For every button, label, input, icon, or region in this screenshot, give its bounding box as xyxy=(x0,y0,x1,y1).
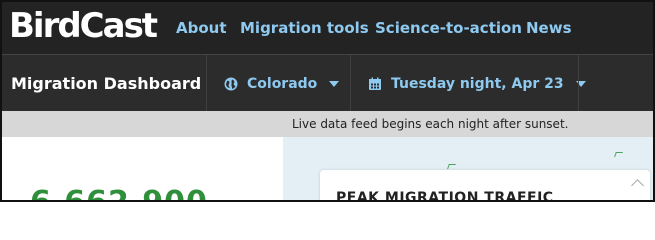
info-banner: Live data feed begins each night after s… xyxy=(2,111,653,137)
date-value: Tuesday night, Apr 23 xyxy=(391,76,564,92)
chevron-up-icon[interactable] xyxy=(631,179,644,192)
card-title: PEAK MIGRATION TRAFFIC xyxy=(336,190,554,202)
bird-marker-icon xyxy=(614,152,623,157)
birdcast-logo[interactable]: BirdCast xyxy=(9,4,158,48)
separator xyxy=(578,55,579,111)
map-panel: PEAK MIGRATION TRAFFIC xyxy=(283,137,653,202)
separator xyxy=(206,55,207,111)
dashboard-bar: Migration Dashboard Colorado Tuesday nig… xyxy=(2,55,653,111)
peak-traffic-card[interactable]: PEAK MIGRATION TRAFFIC xyxy=(320,170,650,202)
bird-count-value: 6,662,900 xyxy=(30,188,208,201)
nav-link-migration-tools[interactable]: Migration tools xyxy=(240,18,369,38)
nav-link-science-to-action[interactable]: Science-to-action xyxy=(375,18,522,38)
location-dropdown[interactable]: Colorado xyxy=(224,74,340,94)
top-nav: BirdCast About Migration tools Science-t… xyxy=(2,2,653,54)
nav-link-news[interactable]: News xyxy=(526,18,572,38)
date-dropdown[interactable]: Tuesday night, Apr 23 xyxy=(368,74,586,94)
calendar-icon xyxy=(369,77,381,90)
location-value: Colorado xyxy=(247,76,318,92)
separator xyxy=(350,55,351,111)
globe-icon xyxy=(224,77,238,91)
live-feed-notice: Live data feed begins each night after s… xyxy=(292,117,569,131)
bird-marker-icon xyxy=(447,164,456,169)
page-frame: BirdCast About Migration tools Science-t… xyxy=(0,0,655,202)
chevron-down-icon xyxy=(329,81,340,87)
stats-panel: 6,662,900 xyxy=(2,137,283,201)
dashboard-title: Migration Dashboard xyxy=(11,74,202,93)
nav-link-about[interactable]: About xyxy=(176,18,227,38)
